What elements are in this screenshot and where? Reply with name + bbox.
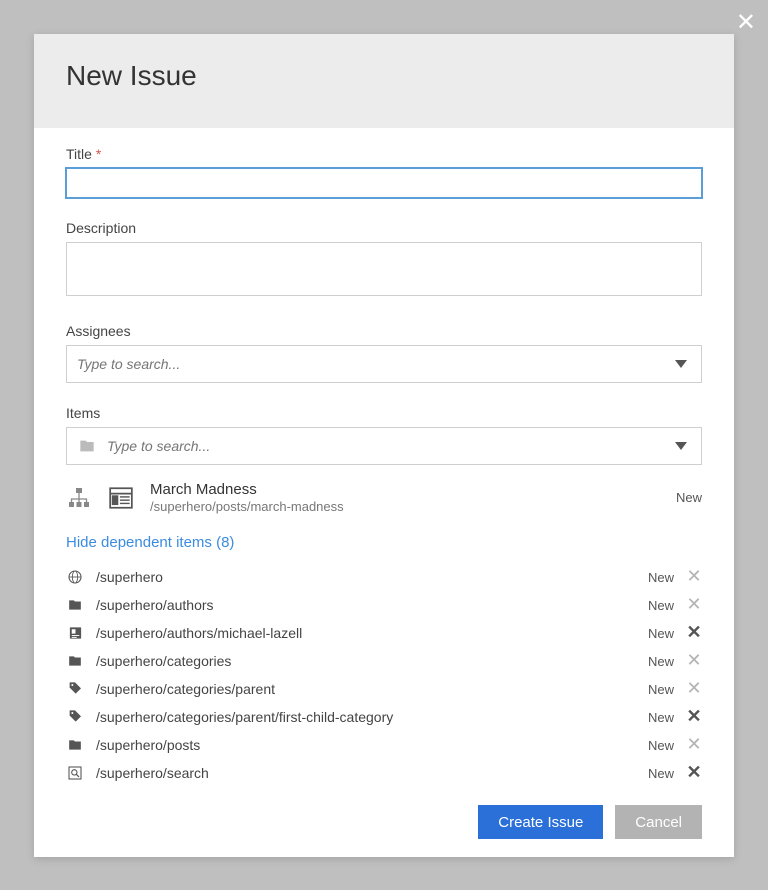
description-label: Description: [66, 220, 702, 236]
dependent-item-status: New: [634, 626, 674, 641]
dependent-item: /superhero/categories/parent/first-child…: [66, 703, 702, 731]
remove-dependent-icon[interactable]: ✕: [686, 653, 702, 669]
close-icon[interactable]: ✕: [736, 8, 756, 37]
remove-dependent-icon[interactable]: ✕: [686, 709, 702, 725]
selected-item: March Madness /superhero/posts/march-mad…: [66, 481, 702, 514]
dependent-item: /superhero New ✕: [66, 563, 702, 591]
dependent-item-path: /superhero/posts: [96, 737, 622, 753]
dependent-item-path: /superhero/search: [96, 765, 622, 781]
toggle-dependents-link[interactable]: Hide dependent items (8): [66, 534, 234, 551]
new-issue-modal: New Issue Title * Description Assignees …: [34, 34, 734, 857]
selected-item-status: New: [676, 490, 702, 505]
dependent-item-path: /superhero: [96, 569, 622, 585]
title-input[interactable]: [66, 168, 702, 198]
dependent-item-path: /superhero/categories/parent/first-child…: [96, 709, 622, 725]
assignees-field: Assignees: [66, 323, 702, 383]
selected-item-title: March Madness: [150, 481, 662, 498]
items-combo[interactable]: [66, 427, 702, 465]
contact-card-icon: [66, 624, 84, 642]
folder-icon: [66, 652, 84, 670]
title-field: Title *: [66, 146, 702, 198]
selected-item-path: /superhero/posts/march-madness: [150, 499, 662, 514]
chevron-down-icon: [675, 442, 687, 450]
dependent-item-status: New: [634, 570, 674, 585]
dependent-item: /superhero/search New ✕: [66, 759, 702, 787]
folder-icon: [66, 736, 84, 754]
modal-header: New Issue: [34, 34, 734, 128]
tag-icon: [66, 708, 84, 726]
assignees-input[interactable]: [77, 356, 691, 372]
dependent-item-status: New: [634, 682, 674, 697]
remove-dependent-icon[interactable]: ✕: [686, 569, 702, 585]
dependent-item-path: /superhero/categories: [96, 653, 622, 669]
items-field: Items: [66, 405, 702, 465]
sitemap-icon: [66, 486, 92, 510]
folder-icon: [77, 438, 97, 454]
dependent-item: /superhero/categories/parent New ✕: [66, 675, 702, 703]
dependent-item-path: /superhero/authors: [96, 597, 622, 613]
modal-title: New Issue: [66, 60, 702, 92]
dependent-item-status: New: [634, 710, 674, 725]
cancel-button[interactable]: Cancel: [615, 805, 702, 839]
create-issue-button[interactable]: Create Issue: [478, 805, 603, 839]
items-label: Items: [66, 405, 702, 421]
dependent-item: /superhero/categories New ✕: [66, 647, 702, 675]
search-page-icon: [66, 764, 84, 782]
remove-dependent-icon[interactable]: ✕: [686, 625, 702, 641]
title-label-text: Title: [66, 146, 92, 162]
dependent-item-status: New: [634, 654, 674, 669]
description-field: Description: [66, 220, 702, 301]
remove-dependent-icon[interactable]: ✕: [686, 681, 702, 697]
dependent-item-path: /superhero/authors/michael-lazell: [96, 625, 622, 641]
modal-body: Title * Description Assignees Items: [34, 128, 734, 787]
dependent-item-status: New: [634, 598, 674, 613]
dependent-items-list: /superheroNew✕/superhero/authorsNew✕/sup…: [66, 563, 702, 787]
page-icon: [106, 485, 136, 511]
modal-footer: Create Issue Cancel: [34, 787, 734, 857]
selected-item-meta: March Madness /superhero/posts/march-mad…: [150, 481, 662, 514]
assignees-combo[interactable]: [66, 345, 702, 383]
remove-dependent-icon[interactable]: ✕: [686, 765, 702, 781]
title-label: Title *: [66, 146, 702, 162]
tag-icon: [66, 680, 84, 698]
dependent-item-path: /superhero/categories/parent: [96, 681, 622, 697]
items-input[interactable]: [107, 438, 691, 454]
chevron-down-icon: [675, 360, 687, 368]
dependent-item-status: New: [634, 766, 674, 781]
description-input[interactable]: [66, 242, 702, 296]
remove-dependent-icon[interactable]: ✕: [686, 597, 702, 613]
remove-dependent-icon[interactable]: ✕: [686, 737, 702, 753]
required-asterisk: *: [96, 146, 101, 162]
dependent-item: /superhero/authors/michael-lazell New ✕: [66, 619, 702, 647]
dependent-item-status: New: [634, 738, 674, 753]
dependent-item: /superhero/authors New ✕: [66, 591, 702, 619]
assignees-label: Assignees: [66, 323, 702, 339]
folder-icon: [66, 596, 84, 614]
globe-icon: [66, 568, 84, 586]
dependent-item: /superhero/posts New ✕: [66, 731, 702, 759]
